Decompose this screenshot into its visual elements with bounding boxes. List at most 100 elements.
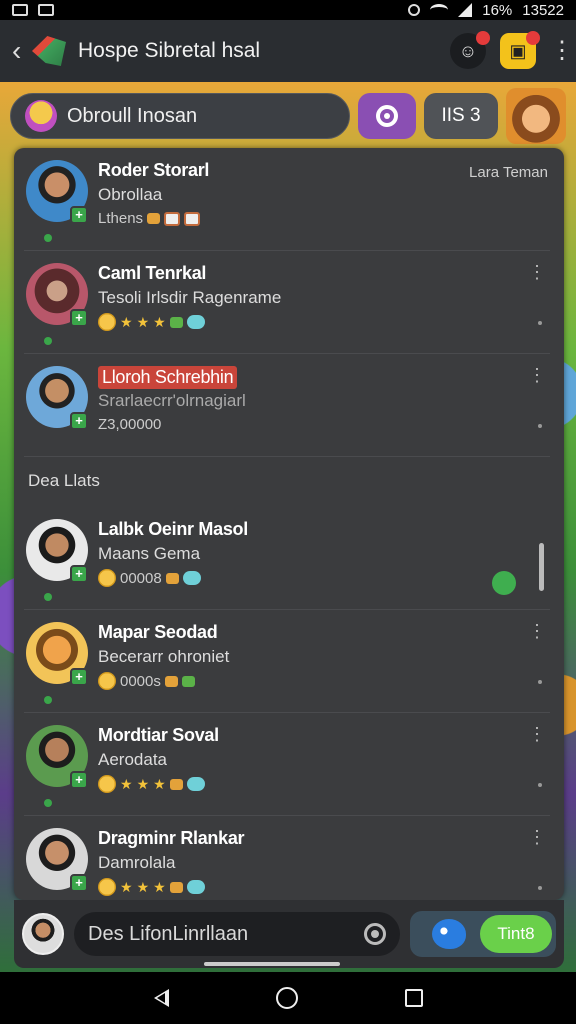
indicator-dot: [538, 783, 542, 787]
friend-label: Lara Teman: [469, 164, 548, 181]
emoji-icon: [98, 775, 116, 793]
add-friend-icon: +: [70, 309, 88, 327]
star-icon: ★: [136, 775, 150, 792]
coin-icon: [164, 675, 178, 687]
friends-panel: + Roder Storarl Obrollaa Lthens Lara Tem…: [14, 148, 564, 900]
profile-search-pill[interactable]: Obroull Inosan: [10, 93, 350, 139]
list-item[interactable]: + Mordtiar Soval Aerodata ★ ★ ★ ⋮: [24, 713, 550, 816]
star-icon: ★: [120, 313, 133, 330]
bubble-icon: [186, 777, 205, 791]
friend-status: Tesoli Irlsdir Ragenrame: [98, 288, 282, 307]
more-options-icon[interactable]: ⋮: [528, 366, 546, 384]
message-composer: Des LifonLinrllaan Tint8: [14, 900, 564, 968]
indicator-dot: [538, 424, 542, 428]
notification-badge: [526, 31, 540, 45]
friend-meta: Z3,00000: [98, 416, 161, 433]
friend-name: Lloroh Schrebhin: [98, 366, 238, 389]
online-indicator: [44, 696, 52, 704]
more-options-icon[interactable]: ⋮: [528, 828, 546, 846]
list-item[interactable]: + Lalbk Oeinr Masol Maans Gema 00008: [24, 507, 550, 610]
friend-meta-text: 0000s: [120, 672, 161, 690]
friend-status: Damrolala: [98, 853, 176, 872]
list-item[interactable]: + Roder Storarl Obrollaa Lthens Lara Tem…: [24, 148, 550, 251]
emoji-icon: [98, 569, 116, 587]
status-bar: 16% 13522: [0, 0, 576, 20]
app-notification-icon: [38, 4, 54, 16]
chat-icon: ☺: [458, 40, 478, 61]
back-arrow-icon[interactable]: ‹: [12, 35, 32, 67]
player-avatar: [25, 100, 57, 132]
page-title: Hospe Sibretal hsal: [78, 39, 261, 62]
more-options-icon[interactable]: ⋮: [528, 622, 546, 640]
indicator-dot: [538, 680, 542, 684]
signal-icon: [458, 3, 473, 17]
more-options-icon[interactable]: ⋮: [528, 725, 546, 743]
coin-icon: [147, 213, 161, 224]
character-avatar[interactable]: [506, 88, 566, 144]
star-icon: ★: [120, 878, 133, 895]
count-pill[interactable]: IIS 3: [424, 93, 498, 139]
target-button[interactable]: [358, 93, 416, 139]
friend-meta: 00008: [98, 569, 201, 587]
friend-meta-text: 00008: [120, 569, 162, 587]
section-header: Dea Llats: [28, 471, 100, 490]
chat-button[interactable]: ☺: [450, 31, 490, 69]
list-item[interactable]: + Dragminr Rlankar Damrolala ★ ★ ★ ⋮: [24, 816, 550, 900]
emoji-icon: [98, 878, 116, 896]
friend-meta: ★ ★ ★: [98, 878, 205, 896]
bubble-icon: [182, 571, 201, 585]
app-bar: ‹ Hospe Sibretal hsal ☺ ▣ ⋮: [0, 20, 576, 82]
emoji-icon: [98, 672, 116, 690]
list-item[interactable]: + Caml Tenrkal Tesoli Irlsdir Ragenrame …: [24, 251, 550, 354]
add-friend-icon: +: [70, 771, 88, 789]
notification-badge: [476, 31, 490, 45]
send-button[interactable]: Tint8: [480, 915, 552, 953]
badge-icon: [164, 211, 181, 226]
bubble-icon: [186, 315, 205, 329]
coin-icon: [169, 881, 183, 893]
coin-icon: [165, 572, 179, 584]
star-icon: ★: [136, 878, 150, 895]
friend-meta: 0000s: [98, 672, 195, 690]
friend-name: Dragminr Rlankar: [98, 828, 245, 848]
app-logo: [32, 36, 66, 66]
list-item[interactable]: + Lloroh Schrebhin Srarlaecrr'olrnagiarl…: [24, 354, 550, 457]
online-indicator: [44, 234, 52, 242]
add-friend-icon: +: [70, 668, 88, 686]
friend-meta: Lthens: [98, 210, 201, 227]
clock: 13522: [522, 1, 564, 19]
target-icon: [376, 105, 398, 127]
nav-recents-icon[interactable]: [404, 989, 423, 1007]
leaf-icon: [169, 316, 183, 328]
online-status-dot: [492, 571, 516, 595]
indicator-dot: [538, 321, 542, 325]
avatar[interactable]: [22, 913, 64, 955]
search-row: Obroull Inosan IIS 3: [10, 88, 566, 144]
friend-status: Srarlaecrr'olrnagiarl: [98, 391, 246, 410]
message-input[interactable]: Des LifonLinrllaan: [74, 912, 400, 956]
friend-meta: ★ ★ ★: [98, 775, 205, 793]
add-friend-icon: +: [70, 565, 88, 583]
online-indicator: [44, 799, 52, 807]
online-indicator: [44, 337, 52, 345]
camera-icon[interactable]: [364, 923, 386, 945]
friend-status: Becerarr ohroniet: [98, 647, 230, 666]
list-item[interactable]: + Mapar Seodad Becerarr ohroniet 0000s ⋮: [24, 610, 550, 713]
star-icon: ★: [136, 313, 150, 330]
scrollbar[interactable]: [539, 543, 544, 591]
friend-name: Mapar Seodad: [98, 622, 218, 642]
add-friend-icon: +: [70, 874, 88, 892]
screenshot-icon: [12, 4, 28, 16]
more-options-icon[interactable]: ⋮: [550, 39, 574, 63]
bird-icon[interactable]: [432, 919, 466, 949]
friend-name: Roder Storarl: [98, 160, 210, 180]
bubble-icon: [186, 880, 205, 894]
nav-back-icon[interactable]: [153, 989, 169, 1007]
more-options-icon[interactable]: ⋮: [528, 263, 546, 281]
nav-home-icon[interactable]: [275, 987, 298, 1009]
system-nav-bar: [0, 972, 576, 1024]
emoji-icon: [98, 313, 116, 331]
star-icon: ★: [153, 313, 166, 330]
count-label: IIS 3: [441, 105, 481, 126]
gift-button[interactable]: ▣: [500, 31, 540, 69]
